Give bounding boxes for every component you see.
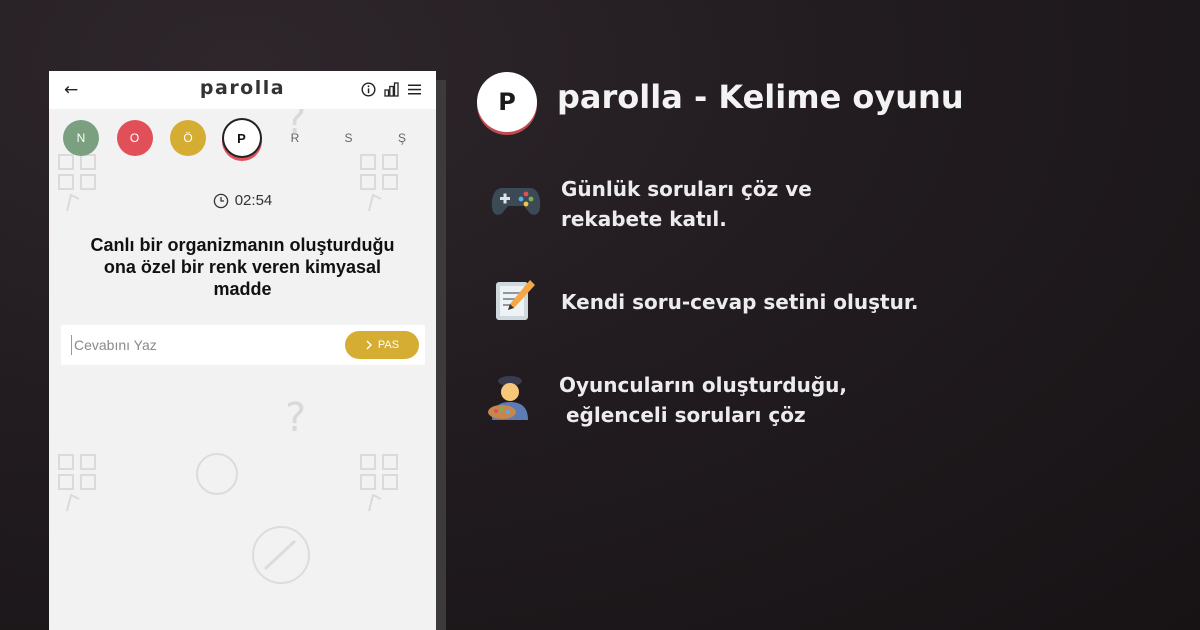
game-screen: ? ? ← parolla N O Ö P R S Ş 02:54 Canlı …	[49, 71, 436, 630]
artist-icon	[488, 376, 528, 420]
letter-circle-pending: Ş	[397, 131, 406, 145]
letter-circle-current: P	[223, 120, 260, 156]
feature-text: Günlük soruları çöz ve rekabete katıl.	[561, 177, 812, 231]
info-icon[interactable]	[361, 82, 376, 97]
letter-circle-pending: R	[290, 131, 300, 145]
feature-text: Oyuncuların oluşturduğu, eğlenceli sorul…	[559, 373, 847, 427]
stats-icon[interactable]	[384, 82, 399, 97]
letter-circle-pending: S	[344, 131, 353, 145]
question-mark-watermark: ?	[285, 395, 307, 441]
memo-icon	[496, 280, 535, 320]
timer-value: 02:54	[234, 192, 273, 209]
question-text: Canlı bir organizmanın oluşturduğu ona ö…	[90, 235, 395, 299]
letter-progress: N O Ö P R S Ş	[63, 120, 436, 156]
top-bar: ← parolla	[49, 71, 436, 109]
menu-icon[interactable]	[407, 82, 422, 97]
qr-doodle-icon	[58, 454, 96, 512]
letter-circle-wrong: O	[116, 120, 153, 156]
pass-button[interactable]: PAS	[345, 331, 419, 359]
top-actions	[361, 82, 422, 97]
chevron-right-icon	[366, 340, 372, 350]
countdown-timer: 02:54	[49, 192, 436, 209]
feature-text: Kendi soru-cevap setini oluştur.	[561, 290, 919, 314]
brush-doodle-icon	[252, 526, 310, 584]
panel-edge	[436, 80, 446, 630]
parolla-logo: P	[477, 72, 537, 132]
pass-button-label: PAS	[377, 339, 400, 351]
letter-circle-passed: Ö	[170, 120, 206, 156]
gamepad-icon	[491, 188, 541, 215]
headline: parolla - Kelime oyunu	[557, 78, 964, 116]
letter-circle-correct: N	[63, 120, 99, 156]
qr-doodle-icon	[360, 454, 398, 512]
answer-input[interactable]	[71, 335, 334, 355]
answer-bar: PAS	[61, 325, 425, 365]
face-doodle-icon	[196, 453, 238, 495]
clock-icon	[213, 193, 228, 208]
